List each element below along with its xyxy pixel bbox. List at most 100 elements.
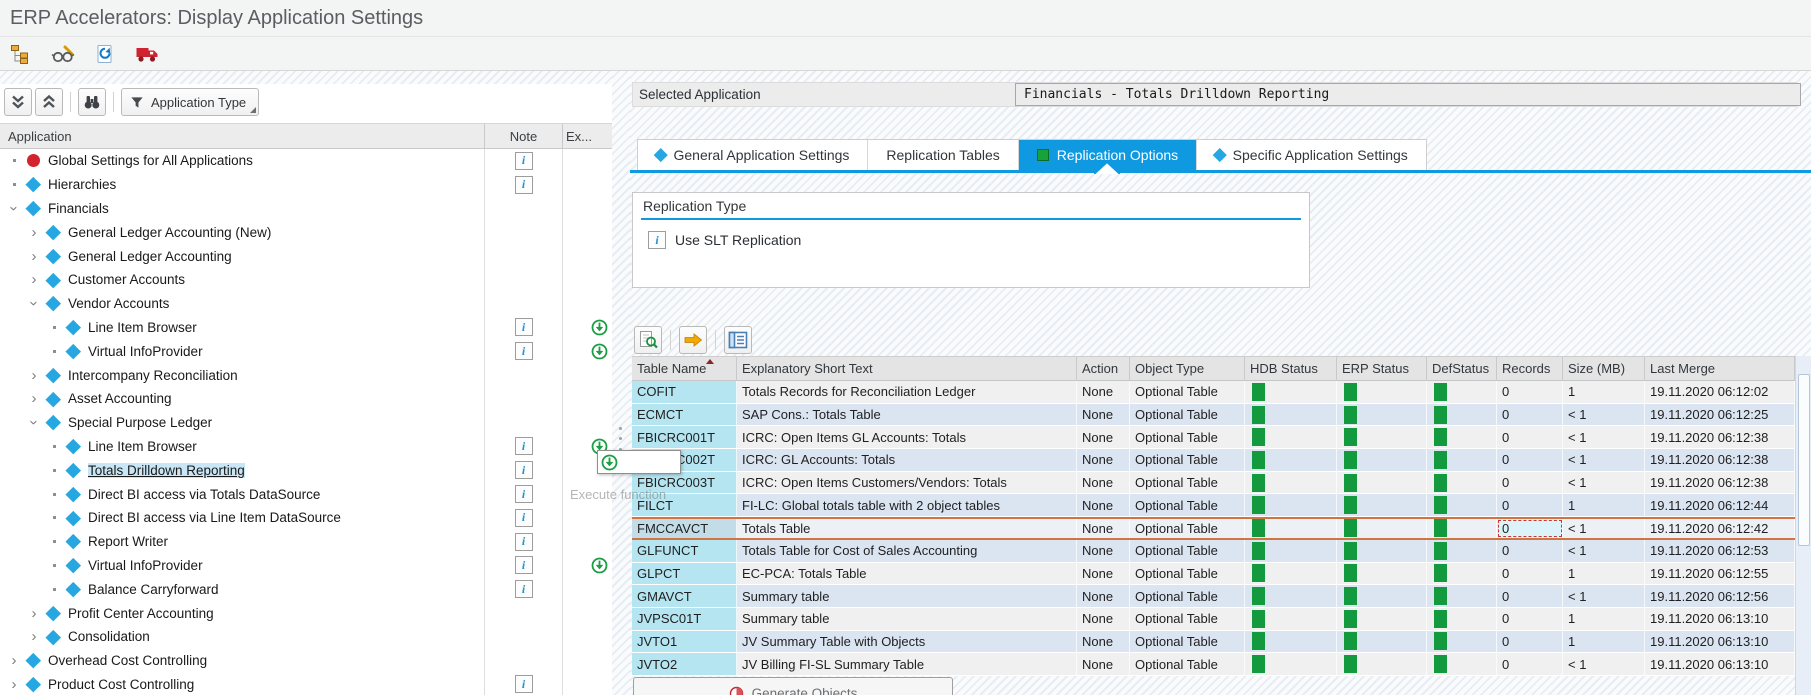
tree-item-label[interactable]: Direct BI access via Line Item DataSourc… <box>88 510 341 525</box>
selected-application-field[interactable]: Financials - Totals Drilldown Reporting <box>1015 83 1801 106</box>
tree-item[interactable]: › Customer Accounts <box>0 268 612 292</box>
tree-item[interactable]: Report Writeri <box>0 530 612 554</box>
cell-short-text[interactable]: SAP Cons.: Totals Table <box>737 404 1077 426</box>
cell-erp-status[interactable] <box>1337 472 1427 494</box>
note-info-icon[interactable]: i <box>515 675 533 693</box>
cell-last-merge[interactable]: 19.11.2020 06:12:02 <box>1645 381 1795 403</box>
column-header-last-merge[interactable]: Last Merge <box>1645 357 1795 380</box>
tree-item-label[interactable]: Direct BI access via Totals DataSource <box>88 487 320 502</box>
execute-function-icon[interactable] <box>591 557 608 574</box>
cell-erp-status[interactable] <box>1337 381 1427 403</box>
table-row[interactable]: JVTO2JV Billing FI-SL Summary TableNoneO… <box>632 653 1795 676</box>
refresh-icon[interactable] <box>92 41 118 67</box>
expand-node-icon[interactable]: › <box>24 272 44 287</box>
table-row[interactable]: ECMCTSAP Cons.: Totals TableNoneOptional… <box>632 404 1795 427</box>
vertical-scrollbar[interactable] <box>1795 356 1811 695</box>
cell-erp-status[interactable] <box>1337 494 1427 516</box>
tree-item[interactable]: Virtual InfoProvideri <box>0 339 612 363</box>
column-header-action[interactable]: Action <box>1077 357 1130 380</box>
cell-object-type[interactable]: Optional Table <box>1130 608 1245 630</box>
cell-object-type[interactable]: Optional Table <box>1130 404 1245 426</box>
tree-item-label[interactable]: General Ledger Accounting <box>68 249 232 264</box>
table-row[interactable]: FBICRC002TICRC: GL Accounts: TotalsNoneO… <box>632 449 1795 472</box>
cell-object-type[interactable]: Optional Table <box>1130 653 1245 675</box>
cell-records[interactable]: 0 <box>1497 631 1563 653</box>
tree-item-label[interactable]: Consolidation <box>68 629 150 644</box>
tree-item-label[interactable]: Customer Accounts <box>68 272 185 287</box>
cell-last-merge[interactable]: 19.11.2020 06:12:38 <box>1645 449 1795 471</box>
cell-last-merge[interactable]: 19.11.2020 06:12:55 <box>1645 563 1795 585</box>
cell-short-text[interactable]: ICRC: Open Items Customers/Vendors: Tota… <box>737 472 1077 494</box>
expand-node-icon[interactable]: › <box>24 249 44 264</box>
cell-erp-status[interactable] <box>1337 540 1427 562</box>
collapse-node-icon[interactable]: › <box>27 413 42 433</box>
cell-def-status[interactable] <box>1427 585 1497 607</box>
cell-object-type[interactable]: Optional Table <box>1130 426 1245 448</box>
column-header-defstatus[interactable]: DefStatus <box>1427 357 1497 380</box>
cell-last-merge[interactable]: 19.11.2020 06:12:25 <box>1645 404 1795 426</box>
cell-hdb-status[interactable] <box>1245 449 1337 471</box>
cell-action[interactable]: None <box>1077 631 1130 653</box>
cell-short-text[interactable]: EC-PCA: Totals Table <box>737 563 1077 585</box>
cell-table-name[interactable]: ECMCT <box>632 404 737 426</box>
tree-item[interactable]: ›Vendor Accounts <box>0 292 612 316</box>
cell-records[interactable]: 0 <box>1497 472 1563 494</box>
cell-short-text[interactable]: Totals Table for Cost of Sales Accountin… <box>737 540 1077 562</box>
cell-last-merge[interactable]: 19.11.2020 06:13:10 <box>1645 631 1795 653</box>
cell-object-type[interactable]: Optional Table <box>1130 585 1245 607</box>
cell-def-status[interactable] <box>1427 404 1497 426</box>
note-info-icon[interactable]: i <box>515 318 533 336</box>
cell-last-merge[interactable]: 19.11.2020 06:12:42 <box>1645 519 1795 538</box>
cell-erp-status[interactable] <box>1337 563 1427 585</box>
cell-action[interactable]: None <box>1077 494 1130 516</box>
table-row[interactable]: FBICRC003TICRC: Open Items Customers/Ven… <box>632 472 1795 495</box>
collapse-node-icon[interactable]: › <box>27 294 42 314</box>
cell-size-mb[interactable]: < 1 <box>1563 426 1645 448</box>
cell-object-type[interactable]: Optional Table <box>1130 472 1245 494</box>
note-info-icon[interactable]: i <box>515 176 533 194</box>
tab-general-application-settings[interactable]: General Application Settings <box>638 140 868 170</box>
cell-erp-status[interactable] <box>1337 631 1427 653</box>
cell-action[interactable]: None <box>1077 519 1130 538</box>
tree-item[interactable]: Virtual InfoProvideri <box>0 554 612 578</box>
cell-records[interactable]: 0 <box>1497 608 1563 630</box>
cell-def-status[interactable] <box>1427 449 1497 471</box>
tree-item-label[interactable]: Report Writer <box>88 534 168 549</box>
tree-item-label[interactable]: Line Item Browser <box>88 320 197 335</box>
tree-item-label[interactable]: General Ledger Accounting (New) <box>68 225 271 240</box>
cell-action[interactable]: None <box>1077 540 1130 562</box>
display-change-glasses-icon[interactable] <box>50 41 76 67</box>
table-row[interactable]: JVPSC01TSummary tableNoneOptional Table0… <box>632 608 1795 631</box>
cell-action[interactable]: None <box>1077 449 1130 471</box>
cell-table-name[interactable]: GMAVCT <box>632 585 737 607</box>
table-row[interactable]: FBICRC001TICRC: Open Items GL Accounts: … <box>632 426 1795 449</box>
scrollbar-thumb[interactable] <box>1798 374 1810 546</box>
cell-records[interactable]: 0 <box>1497 563 1563 585</box>
note-info-icon[interactable]: i <box>515 152 533 170</box>
tree-item[interactable]: ›Asset Accounting <box>0 387 612 411</box>
tab-replication-tables[interactable]: Replication Tables <box>868 140 1018 170</box>
info-icon[interactable]: i <box>648 231 666 249</box>
cell-last-merge[interactable]: 19.11.2020 06:12:53 <box>1645 540 1795 562</box>
cell-records[interactable]: 0 <box>1497 585 1563 607</box>
application-type-filter-button[interactable]: Application Type <box>121 88 259 116</box>
cell-size-mb[interactable]: < 1 <box>1563 540 1645 562</box>
tree-item[interactable]: ›General Ledger Accounting (New) <box>0 220 612 244</box>
cell-object-type[interactable]: Optional Table <box>1130 449 1245 471</box>
hierarchy-icon[interactable] <box>8 41 34 67</box>
cell-erp-status[interactable] <box>1337 404 1427 426</box>
cell-records[interactable]: 0 <box>1497 540 1563 562</box>
cell-hdb-status[interactable] <box>1245 608 1337 630</box>
tree-item[interactable]: ›Special Purpose Ledger <box>0 411 612 435</box>
cell-hdb-status[interactable] <box>1245 585 1337 607</box>
cell-short-text[interactable]: Totals Records for Reconciliation Ledger <box>737 381 1077 403</box>
tree-item-label[interactable]: Intercompany Reconciliation <box>68 368 238 383</box>
cell-short-text[interactable]: JV Billing FI-SL Summary Table <box>737 653 1077 675</box>
cell-size-mb[interactable]: < 1 <box>1563 404 1645 426</box>
cell-object-type[interactable]: Optional Table <box>1130 381 1245 403</box>
cell-action[interactable]: None <box>1077 404 1130 426</box>
table-row[interactable]: COFITTotals Records for Reconciliation L… <box>632 381 1795 404</box>
tree-item[interactable]: Line Item Browser i <box>0 316 612 340</box>
table-row[interactable]: GLPCTEC-PCA: Totals TableNoneOptional Ta… <box>632 563 1795 586</box>
note-info-icon[interactable]: i <box>515 556 533 574</box>
